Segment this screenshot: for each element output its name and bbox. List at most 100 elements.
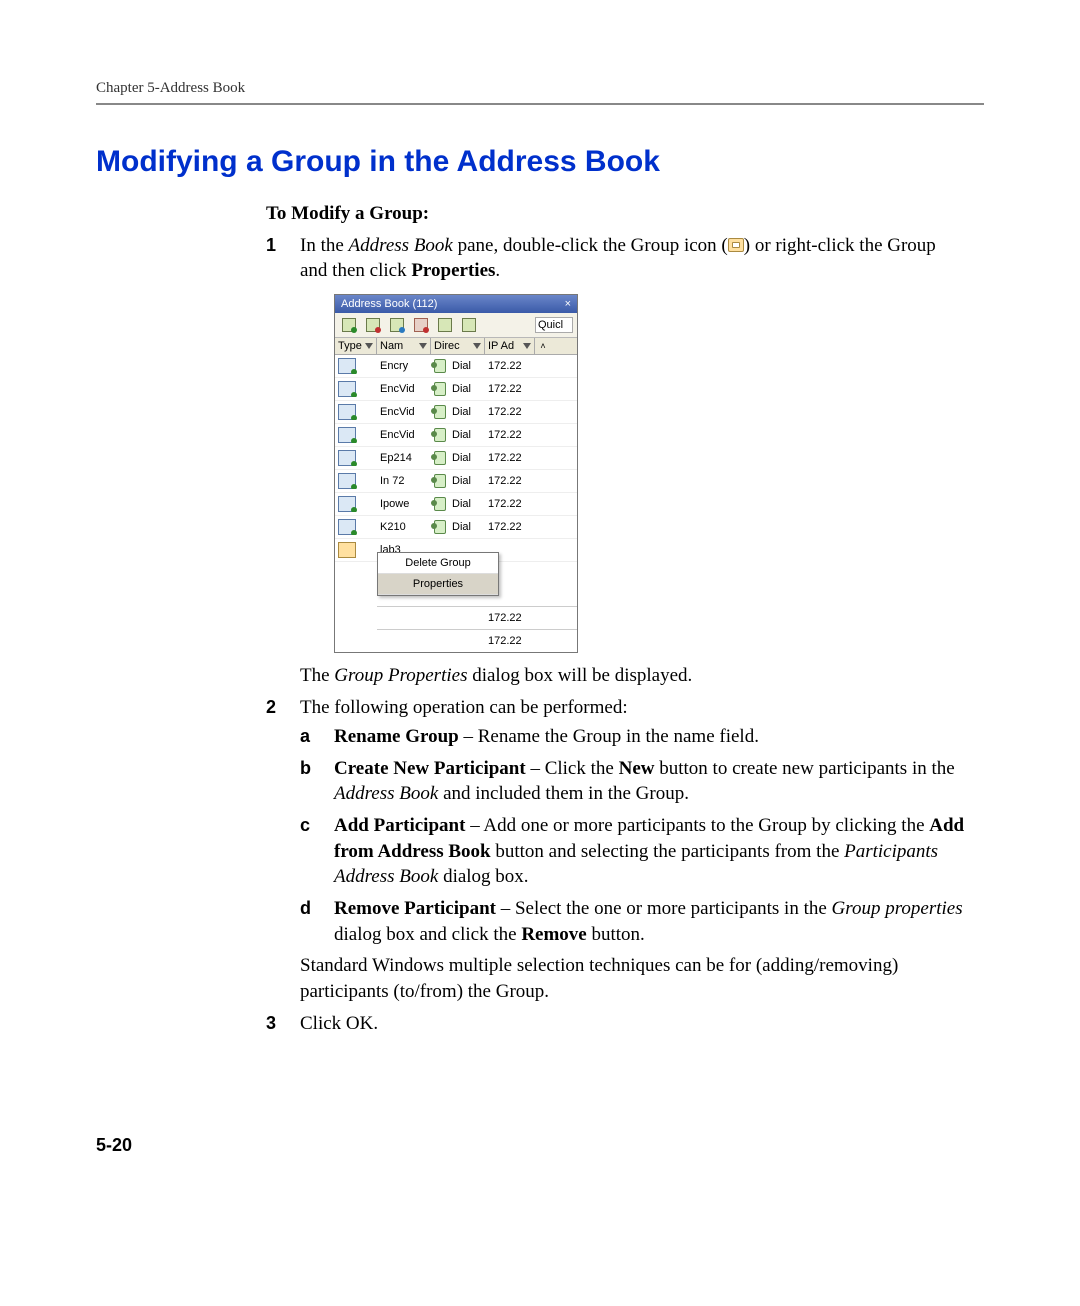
table-row[interactable]: Ipowe Dial 172.22 [335,493,577,516]
panel-body: Encry Dial 172.22 EncVid Dial 172.22 [335,355,577,652]
trail-rows: 172.22 172.22 [335,606,577,652]
col-ip[interactable]: IP Ad [485,338,535,354]
dial-icon [434,428,446,442]
participant-icon [338,404,356,420]
step-2a: a Rename Group – Rename the Group in the… [300,724,966,750]
col-type[interactable]: Type [335,338,377,354]
cell-ip: 172.22 [485,612,535,624]
scroll-up-icon[interactable]: ˄ [535,338,551,354]
cell-ip: 172.22 [485,360,535,372]
dial-icon [434,382,446,396]
add-participant-icon[interactable] [339,315,359,335]
group-icon [338,542,356,558]
lead-in: To Modify a Group: [266,201,966,227]
cell-direction: Dial [449,521,485,533]
t: pane, double-click the Group icon ( [453,235,728,256]
participant-icon [338,496,356,512]
cell-name: Ipowe [377,498,431,510]
step-number-3: 3 [266,1011,276,1035]
table-row[interactable]: K210 Dial 172.22 [335,516,577,539]
import-icon[interactable] [435,315,455,335]
col-direction[interactable]: Direc [431,338,485,354]
col-name[interactable]: Nam [377,338,431,354]
cell-ip: 172.22 [485,429,535,441]
filter-icon[interactable] [365,343,373,349]
quick-search-input[interactable]: Quicl [535,317,573,333]
step-1: 1 In the Address Book pane, double-click… [266,233,966,689]
cell-direction: Dial [449,475,485,487]
step-2c: c Add Participant – Add one or more part… [300,813,966,890]
step2-intro: The following operation can be performed… [300,697,628,718]
participant-icon [338,473,356,489]
participant-icon [338,358,356,374]
participant-icon [338,450,356,466]
running-head: Chapter 5-Address Book [96,80,984,97]
add-group-icon[interactable] [387,315,407,335]
remove-participant-icon[interactable] [363,315,383,335]
cell-ip: 172.22 [485,475,535,487]
step3-text: Click OK. [300,1013,378,1034]
panel-toolbar: Quicl [335,313,577,338]
cell-name: EncVid [377,429,431,441]
participant-icon [338,381,356,397]
participant-icon [338,427,356,443]
table-row[interactable]: 172.22 [377,629,577,652]
close-icon[interactable]: × [565,298,571,310]
table-row[interactable]: EncVid Dial 172.22 [335,378,577,401]
menu-delete-group[interactable]: Delete Group [378,553,498,574]
cell-name: In 72 [377,475,431,487]
t: In the [300,235,349,256]
step-number-2: 2 [266,695,276,719]
t: Address Book [349,235,453,256]
cell-ip: 172.22 [485,498,535,510]
table-row[interactable]: In 72 Dial 172.22 [335,470,577,493]
menu-properties[interactable]: Properties [378,574,498,595]
cell-name: Ep214 [377,452,431,464]
dial-icon [434,497,446,511]
table-row[interactable]: Ep214 Dial 172.22 [335,447,577,470]
cell-direction: Dial [449,383,485,395]
cell-name: K210 [377,521,431,533]
panel-title: Address Book (112) [341,298,437,310]
dial-icon [434,405,446,419]
table-row[interactable]: 172.22 [377,606,577,629]
dial-icon [434,474,446,488]
step2-note: Standard Windows multiple selection tech… [300,953,966,1004]
section-heading: Modifying a Group in the Address Book [96,145,984,179]
filter-icon[interactable] [473,343,481,349]
step-2d: d Remove Participant – Select the one or… [300,896,966,947]
table-row[interactable]: Encry Dial 172.22 [335,355,577,378]
filter-icon[interactable] [419,343,427,349]
dial-icon [434,359,446,373]
filter-icon[interactable] [523,343,531,349]
cell-direction: Dial [449,429,485,441]
cell-direction: Dial [449,360,485,372]
dial-icon [434,451,446,465]
cell-ip: 172.22 [485,406,535,418]
step1-text: In the Address Book pane, double-click t… [300,235,936,282]
page-number: 5-20 [96,1135,132,1156]
step-2: 2 The following operation can be perform… [266,695,966,1005]
table-row[interactable]: EncVid Dial 172.22 [335,401,577,424]
step-3: 3 Click OK. [266,1011,966,1037]
dial-icon [434,520,446,534]
delete-group-icon[interactable] [411,315,431,335]
panel-titlebar[interactable]: Address Book (112) × [335,295,577,313]
step1-followup: The Group Properties dialog box will be … [300,663,966,689]
cell-name: EncVid [377,383,431,395]
cell-direction: Dial [449,498,485,510]
participant-icon [338,519,356,535]
cell-ip: 172.22 [485,452,535,464]
cell-ip: 172.22 [485,521,535,533]
export-icon[interactable] [459,315,479,335]
context-menu: Delete Group Properties [377,552,499,596]
table-row[interactable]: EncVid Dial 172.22 [335,424,577,447]
group-icon [728,238,744,252]
cell-ip: 172.22 [485,635,535,647]
t: Properties [411,260,495,281]
t: . [495,260,500,281]
cell-name: EncVid [377,406,431,418]
step-2b: b Create New Participant – Click the New… [300,756,966,807]
cell-name: Encry [377,360,431,372]
step-number-1: 1 [266,233,276,257]
